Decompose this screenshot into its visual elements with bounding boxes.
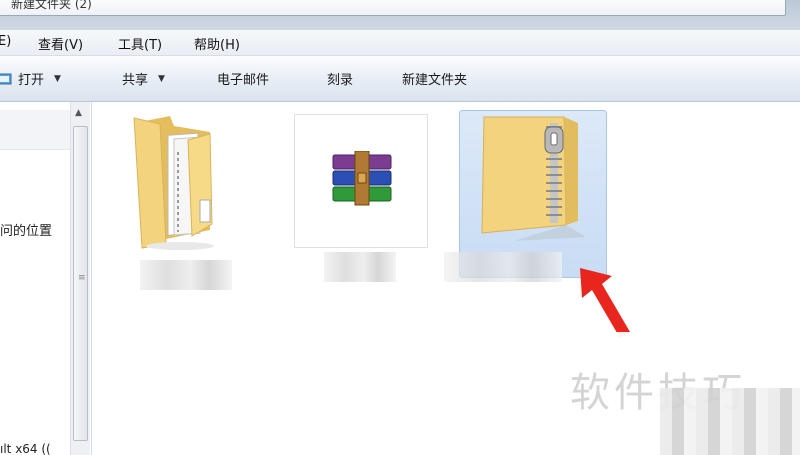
menu-help[interactable]: 帮助(H)	[194, 34, 240, 53]
email-label: 电子邮件	[217, 73, 270, 88]
file-item-folder[interactable]	[130, 112, 232, 290]
new-folder-label: 新建文件夹	[402, 73, 468, 88]
file-name-blurred	[444, 252, 562, 282]
zip-folder-icon	[481, 116, 584, 241]
address-text: 新建文件夹 (2)	[11, 0, 92, 11]
file-name-blurred	[140, 260, 232, 290]
open-label: 打开	[18, 73, 45, 88]
menu-edit[interactable]: E)	[0, 34, 11, 49]
open-dropdown-icon[interactable]: ▼	[54, 74, 61, 84]
folder-icon	[133, 116, 214, 250]
winrar-archive-icon	[332, 151, 392, 206]
share-button[interactable]: 共享 ▼	[122, 69, 165, 88]
menu-view[interactable]: 查看(V)	[38, 34, 83, 53]
share-dropdown-icon[interactable]: ▼	[158, 74, 165, 84]
menu-tools[interactable]: 工具(T)	[118, 34, 162, 53]
open-button[interactable]: 打开 ▼	[0, 69, 61, 88]
nav-item-drive[interactable]: ılt x64 ((	[0, 442, 51, 455]
file-list-pane[interactable]: 软件技巧	[92, 102, 800, 455]
nav-item-selected[interactable]	[0, 110, 70, 150]
file-item-archive[interactable]	[294, 114, 428, 248]
annotation-arrow-icon	[580, 268, 630, 338]
burn-label: 刻录	[327, 73, 354, 88]
file-name-blurred	[324, 252, 396, 282]
watermark: 软件技巧	[562, 332, 800, 455]
address-bar[interactable]: 新建文件夹 (2)	[0, 0, 786, 16]
scroll-thumb[interactable]: ≡	[73, 126, 88, 441]
nav-item-recent-places[interactable]: 问的位置	[0, 220, 52, 239]
email-button[interactable]: 电子邮件	[217, 69, 269, 88]
navigation-pane[interactable]: 问的位置 ılt x64 (( ▲ ≡	[0, 102, 92, 455]
command-toolbar: 打开 ▼ 共享 ▼ 电子邮件 刻录 新建文件夹	[0, 56, 800, 102]
menu-bar: E) 查看(V) 工具(T) 帮助(H)	[0, 30, 800, 56]
nav-scrollbar[interactable]: ▲ ≡	[70, 102, 90, 455]
burn-button[interactable]: 刻录	[327, 69, 353, 88]
watermark-blur	[660, 388, 800, 455]
window-titlebar: 新建文件夹 (2)	[0, 0, 800, 30]
scroll-up-icon[interactable]: ▲	[75, 108, 82, 118]
new-folder-button[interactable]: 新建文件夹	[402, 69, 467, 88]
share-label: 共享	[122, 73, 149, 88]
open-icon	[0, 72, 14, 85]
scroll-grip-icon: ≡	[78, 273, 86, 283]
